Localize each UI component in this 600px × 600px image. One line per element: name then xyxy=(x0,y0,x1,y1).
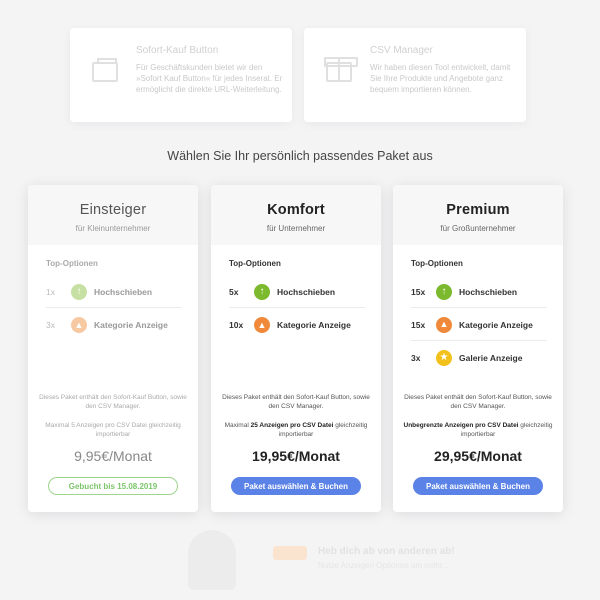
option-name: Kategorie Anzeige xyxy=(94,320,168,330)
option-name: Hochschieben xyxy=(277,286,336,297)
pricing-page: Sofort-Kauf Button Für Geschäftskunden b… xyxy=(0,0,600,600)
plan-title: Premium xyxy=(446,202,510,218)
csv-limit: 25 Anzeigen pro CSV Datei xyxy=(250,422,334,429)
plan-header: Einsteiger für Kleinunternehmer xyxy=(28,185,198,245)
option-row: 3x ▲ Kategorie Anzeige xyxy=(46,309,182,341)
option-count: 1x xyxy=(46,286,55,297)
option-count: 5x xyxy=(229,286,239,297)
button-icon xyxy=(92,58,118,82)
booked-until-button[interactable]: Gebucht bis 15.08.2019 xyxy=(48,477,178,495)
option-row: 15x ↑ Hochschieben xyxy=(411,276,547,308)
plan-price: 29,95€/Monat xyxy=(434,448,522,464)
option-count: 3x xyxy=(46,320,55,330)
csv-limit: 5 Anzeigen pro CSV Datei xyxy=(71,422,147,429)
promo-badge xyxy=(273,546,307,560)
feature-body: Für Geschäftskunden bietet wir den »Sofo… xyxy=(136,63,283,94)
plan-price: 9,95€/Monat xyxy=(74,448,152,464)
plan-card-premium: Premium für Großunternehmer Top-Optionen… xyxy=(393,185,563,512)
options-label: Top-Optionen xyxy=(46,259,98,268)
option-row: 5x ↑ Hochschieben xyxy=(229,276,365,308)
feature-card-csv-manager: CSV Manager Wir haben diesen Tool entwic… xyxy=(304,28,526,122)
options-label: Top-Optionen xyxy=(229,259,281,268)
avatar xyxy=(188,530,236,590)
option-name: Hochschieben xyxy=(94,286,153,297)
option-name: Kategorie Anzeige xyxy=(277,320,351,330)
csv-limit-note: Maximal 25 Anzeigen pro CSV Datei gleich… xyxy=(221,421,371,439)
option-name: Kategorie Anzeige xyxy=(459,319,533,330)
flame-icon: ▲ xyxy=(254,317,270,333)
option-count: 15x xyxy=(411,319,426,330)
plan-subtitle: für Großunternehmer xyxy=(440,224,516,233)
flame-icon: ▲ xyxy=(71,317,87,333)
plan-note: Dieses Paket enthält den Sofort-Kauf But… xyxy=(222,394,370,410)
star-icon: ★ xyxy=(436,350,452,366)
plan-subtitle: für Unternehmer xyxy=(266,224,326,233)
flame-icon: ▲ xyxy=(436,316,452,333)
options-label: Top-Optionen xyxy=(411,259,463,268)
option-row: 3x ★ Galerie Anzeige xyxy=(411,342,547,374)
plan-header: Premium für Großunternehmer xyxy=(393,185,563,245)
option-name: Galerie Anzeige xyxy=(459,353,523,363)
plan-title: Einsteiger xyxy=(79,202,147,218)
promo-subtitle: Nutze Anzeigen Optionen um mehr... xyxy=(318,561,449,570)
feature-card-sofort-kauf: Sofort-Kauf Button Für Geschäftskunden b… xyxy=(70,28,292,122)
section-heading: Wählen Sie Ihr persönlich passendes Pake… xyxy=(167,149,433,163)
plan-header: Komfort für Unternehmer xyxy=(211,185,381,245)
option-name: Hochschieben xyxy=(459,286,518,297)
csv-prefix: Maximal xyxy=(224,422,249,429)
promo-title: Heb dich ab von anderen ab! xyxy=(318,546,455,557)
select-plan-button[interactable]: Paket auswählen & Buchen xyxy=(413,477,543,495)
option-count: 10x xyxy=(229,320,244,330)
option-count: 15x xyxy=(411,286,426,297)
option-row: 1x ↑ Hochschieben xyxy=(46,276,182,308)
csv-limit-note: Maximal 5 Anzeigen pro CSV Datei gleichz… xyxy=(38,421,188,439)
csv-limit: Unbegrenzte Anzeigen pro CSV Datei xyxy=(403,422,519,429)
plan-note: Dieses Paket enthält den Sofort-Kauf But… xyxy=(39,394,187,410)
plan-note: Dieses Paket enthält den Sofort-Kauf But… xyxy=(404,394,552,410)
csv-prefix: Maximal xyxy=(45,422,70,429)
arrow-up-icon: ↑ xyxy=(254,283,270,300)
feature-title: Sofort-Kauf Button xyxy=(136,45,219,56)
plan-subtitle: für Kleinunternehmer xyxy=(75,224,151,233)
option-count: 3x xyxy=(411,353,421,363)
plan-price: 19,95€/Monat xyxy=(252,448,340,464)
option-row: 15x ▲ Kategorie Anzeige xyxy=(411,309,547,341)
arrow-up-icon: ↑ xyxy=(71,283,87,300)
option-row: 10x ▲ Kategorie Anzeige xyxy=(229,309,365,341)
feature-body: Wir haben diesen Tool entwickelt, damit … xyxy=(370,63,511,94)
plan-title: Komfort xyxy=(267,202,325,218)
csv-limit-note: Unbegrenzte Anzeigen pro CSV Datei gleic… xyxy=(403,421,553,439)
arrow-up-icon: ↑ xyxy=(436,283,452,300)
gift-icon xyxy=(324,57,358,82)
select-plan-button[interactable]: Paket auswählen & Buchen xyxy=(231,477,361,495)
plan-card-komfort: Komfort für Unternehmer Top-Optionen 5x … xyxy=(211,185,381,512)
feature-title: CSV Manager xyxy=(370,45,433,56)
plan-card-einsteiger: Einsteiger für Kleinunternehmer Top-Opti… xyxy=(28,185,198,512)
